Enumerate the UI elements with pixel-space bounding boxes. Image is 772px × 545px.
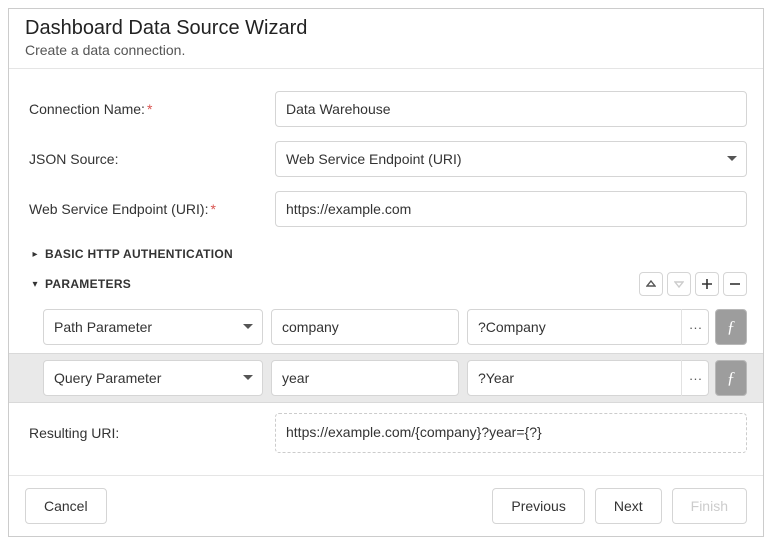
json-source-label: JSON Source: bbox=[25, 151, 265, 167]
json-source-value: Web Service Endpoint (URI) bbox=[286, 151, 462, 167]
row-endpoint: Web Service Endpoint (URI):* bbox=[25, 191, 747, 227]
parameter-tools bbox=[639, 272, 747, 296]
wizard-body: Connection Name:* JSON Source: Web Servi… bbox=[9, 69, 763, 475]
row-connection-name: Connection Name:* bbox=[25, 91, 747, 127]
parameter-value-input[interactable] bbox=[467, 309, 709, 345]
parameter-name-input[interactable] bbox=[271, 360, 459, 396]
caret-right-icon: ▸ bbox=[29, 249, 41, 260]
section-basic-auth[interactable]: ▸ BASIC HTTP AUTHENTICATION bbox=[25, 241, 747, 267]
parameter-row[interactable]: Path Parameter ··· ƒ bbox=[25, 303, 747, 351]
expression-button[interactable]: ƒ bbox=[715, 309, 747, 345]
ellipsis-icon: ··· bbox=[689, 371, 702, 386]
resulting-uri-label: Resulting URI: bbox=[25, 425, 265, 441]
wizard-title: Dashboard Data Source Wizard bbox=[25, 17, 747, 40]
next-button[interactable]: Next bbox=[595, 488, 662, 524]
parameter-type-value: Path Parameter bbox=[54, 319, 152, 335]
resulting-uri-display: https://example.com/{company}?year={?} bbox=[275, 413, 747, 453]
connection-name-label: Connection Name:* bbox=[25, 101, 265, 117]
wizard-footer: Cancel Previous Next Finish bbox=[9, 475, 763, 536]
wizard-header: Dashboard Data Source Wizard Create a da… bbox=[9, 9, 763, 69]
row-resulting-uri: Resulting URI: https://example.com/{comp… bbox=[25, 413, 747, 453]
parameter-type-value: Query Parameter bbox=[54, 370, 161, 386]
row-json-source: JSON Source: Web Service Endpoint (URI) bbox=[25, 141, 747, 177]
remove-parameter-button[interactable] bbox=[723, 272, 747, 296]
finish-button: Finish bbox=[672, 488, 747, 524]
parameter-type-select[interactable]: Path Parameter bbox=[43, 309, 263, 345]
cancel-button[interactable]: Cancel bbox=[25, 488, 107, 524]
chevron-down-icon bbox=[674, 280, 684, 288]
section-parameters[interactable]: ▾ PARAMETERS bbox=[25, 271, 131, 297]
expression-button[interactable]: ƒ bbox=[715, 360, 747, 396]
value-ellipsis-button[interactable]: ··· bbox=[681, 360, 709, 396]
wizard-subtitle: Create a data connection. bbox=[25, 42, 747, 58]
endpoint-label: Web Service Endpoint (URI):* bbox=[25, 201, 265, 217]
add-parameter-button[interactable] bbox=[695, 272, 719, 296]
value-ellipsis-button[interactable]: ··· bbox=[681, 309, 709, 345]
caret-down-icon: ▾ bbox=[29, 279, 41, 290]
json-source-select[interactable]: Web Service Endpoint (URI) bbox=[275, 141, 747, 177]
parameter-value-input[interactable] bbox=[467, 360, 709, 396]
plus-icon bbox=[701, 278, 713, 290]
function-icon: ƒ bbox=[727, 317, 736, 337]
move-down-button[interactable] bbox=[667, 272, 691, 296]
section-parameters-title: PARAMETERS bbox=[45, 277, 131, 291]
section-parameters-header: ▾ PARAMETERS bbox=[25, 271, 747, 297]
move-up-button[interactable] bbox=[639, 272, 663, 296]
previous-button[interactable]: Previous bbox=[492, 488, 584, 524]
connection-name-input[interactable] bbox=[275, 91, 747, 127]
parameter-name-input[interactable] bbox=[271, 309, 459, 345]
wizard-dialog: Dashboard Data Source Wizard Create a da… bbox=[8, 8, 764, 537]
chevron-up-icon bbox=[646, 280, 656, 288]
parameter-type-select[interactable]: Query Parameter bbox=[43, 360, 263, 396]
ellipsis-icon: ··· bbox=[689, 320, 702, 335]
section-basic-auth-title: BASIC HTTP AUTHENTICATION bbox=[45, 247, 233, 261]
parameter-row[interactable]: Query Parameter ··· ƒ bbox=[9, 353, 763, 403]
function-icon: ƒ bbox=[727, 368, 736, 388]
minus-icon bbox=[729, 278, 741, 290]
endpoint-input[interactable] bbox=[275, 191, 747, 227]
